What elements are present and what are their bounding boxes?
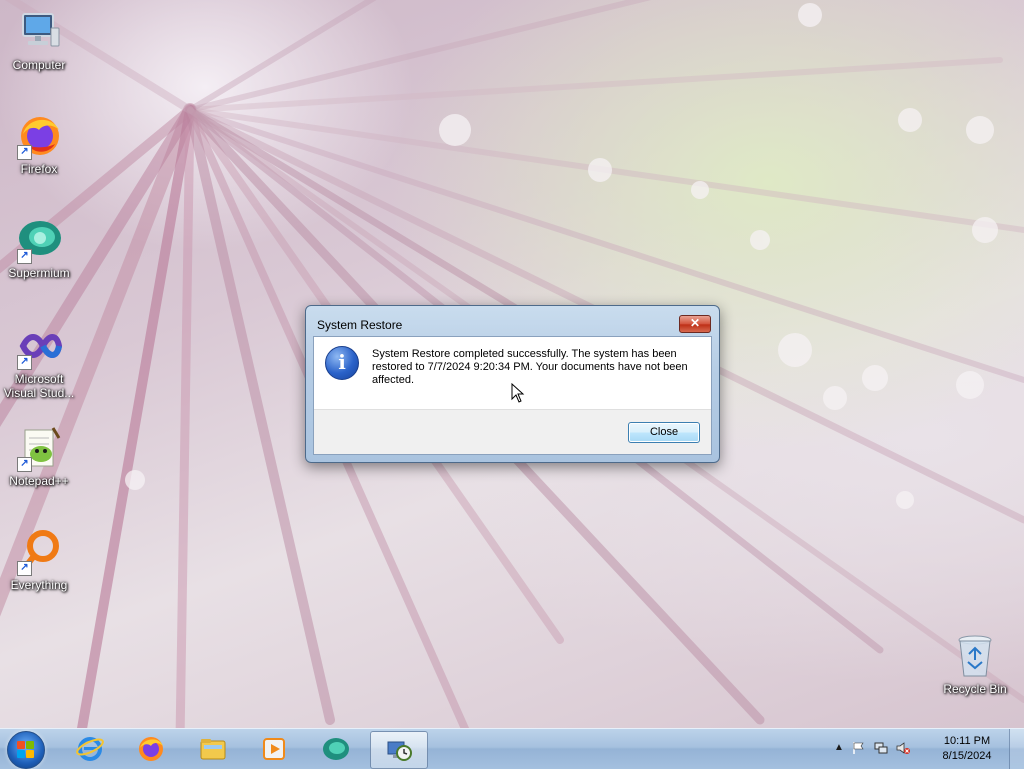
windows-logo-icon	[17, 741, 35, 759]
desktop-icon-visual-studio[interactable]: ↗ Microsoft Visual Stud...	[1, 322, 77, 400]
desktop-icon-notepadpp[interactable]: ↗ Notepad++	[1, 424, 77, 488]
taskbar-internet-explorer[interactable]	[62, 731, 118, 767]
media-player-icon	[263, 738, 285, 760]
volume-muted-icon[interactable]	[896, 741, 910, 755]
shortcut-arrow-icon: ↗	[17, 457, 32, 472]
dialog-message: System Restore completed successfully. T…	[372, 348, 688, 386]
shortcut-arrow-icon: ↗	[17, 249, 32, 264]
notepadpp-icon: ↗	[15, 424, 63, 472]
start-button[interactable]	[7, 731, 45, 769]
desktop-icon-computer[interactable]: Computer	[1, 8, 77, 72]
firefox-icon: ↗	[15, 112, 63, 160]
system-tray: ▲ 10:11 PM 8/15/2024	[834, 729, 1024, 769]
desktop-icon-firefox[interactable]: ↗ Firefox	[1, 112, 77, 176]
action-center-flag-icon[interactable]	[852, 741, 866, 755]
shortcut-arrow-icon: ↗	[17, 145, 32, 160]
shortcut-arrow-icon: ↗	[17, 355, 32, 370]
clock[interactable]: 10:11 PM 8/15/2024	[936, 734, 998, 764]
everything-icon: ↗	[15, 528, 63, 576]
taskbar-supermium[interactable]	[308, 731, 364, 767]
desktop-icon-label: Supermium	[8, 266, 70, 280]
show-hidden-icons-button[interactable]: ▲	[834, 742, 844, 753]
desktop-icon-recycle-bin[interactable]: Recycle Bin	[937, 632, 1013, 696]
dialog-title: System Restore	[317, 318, 403, 332]
close-icon: ✕	[689, 316, 701, 330]
desktop-icon-label: Everything	[10, 578, 68, 592]
visual-studio-icon: ↗	[15, 322, 63, 370]
clock-time: 10:11 PM	[943, 735, 991, 747]
firefox-icon	[139, 737, 163, 761]
taskbar-firefox[interactable]	[123, 731, 179, 767]
network-icon[interactable]	[874, 741, 888, 755]
system-restore-icon	[387, 741, 412, 761]
info-icon: i	[325, 346, 359, 380]
recycle-bin-icon	[951, 632, 999, 680]
dialog-titlebar[interactable]: System Restore ✕	[306, 306, 719, 336]
shortcut-arrow-icon: ↗	[17, 561, 32, 576]
desktop-icon-label: Notepad++	[9, 474, 69, 488]
internet-explorer-icon	[76, 737, 104, 761]
supermium-icon: ↗	[15, 216, 63, 264]
desktop-icon-label: Recycle Bin	[943, 682, 1007, 696]
close-button[interactable]: Close	[628, 422, 700, 443]
desktop-icon-supermium[interactable]: ↗ Supermium	[1, 216, 77, 280]
show-desktop-button[interactable]	[1009, 729, 1024, 769]
desktop-icon-label: Microsoft Visual Stud...	[3, 372, 75, 400]
clock-date: 8/15/2024	[942, 750, 992, 762]
desktop-icon-everything[interactable]: ↗ Everything	[1, 528, 77, 592]
taskbar: ▲ 10:11 PM 8/15/2024	[0, 728, 1024, 769]
computer-icon	[15, 8, 63, 56]
desktop-icon-label: Computer	[12, 58, 66, 72]
close-window-button[interactable]: ✕	[679, 315, 711, 333]
button-bar: Close	[314, 409, 711, 454]
taskbar-media-player[interactable]	[246, 731, 302, 767]
supermium-icon	[323, 738, 349, 760]
mouse-cursor-icon	[511, 383, 525, 403]
taskbar-system-restore[interactable]	[370, 731, 428, 769]
folder-icon	[200, 739, 226, 760]
taskbar-file-explorer[interactable]	[185, 731, 241, 767]
desktop-icon-label: Firefox	[20, 162, 58, 176]
